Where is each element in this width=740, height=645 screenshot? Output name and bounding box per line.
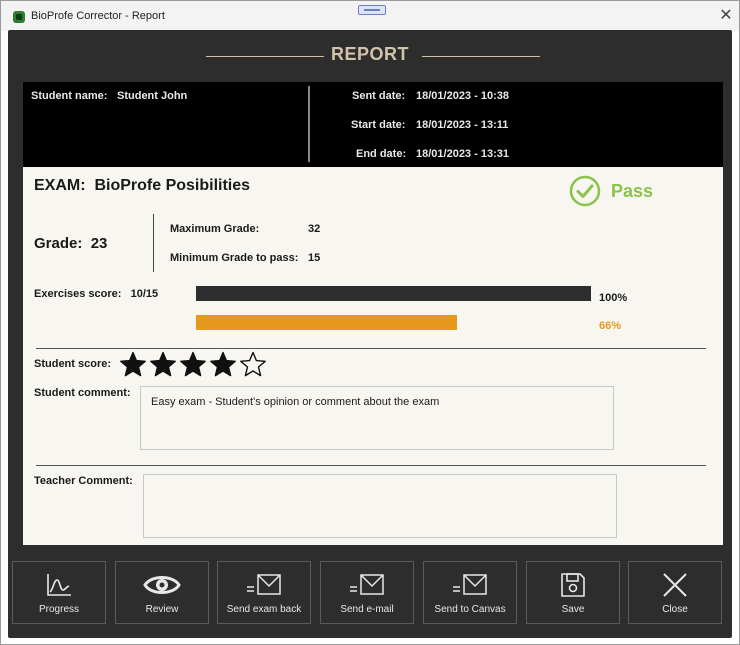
score-bar-track (196, 315, 591, 330)
pass-status: Pass (611, 181, 654, 201)
max-grade-label: Maximum Grade: (170, 223, 260, 235)
sent-date-label: Sent date: (352, 90, 406, 102)
exam-label: EXAM: (34, 177, 86, 194)
close-icon (663, 573, 687, 597)
save-label: Save (561, 604, 585, 615)
send-to-canvas-button[interactable]: Send to Canvas (423, 561, 517, 624)
exercises-score-label: Exercises score: (34, 288, 122, 300)
envelope-icon (247, 574, 281, 595)
total-score-bar (196, 286, 591, 301)
send-email-button[interactable]: Send e-mail (320, 561, 414, 624)
send-to-canvas-label: Send to Canvas (434, 604, 506, 615)
score-bar-fill (196, 315, 457, 330)
save-button[interactable]: Save (526, 561, 620, 624)
exercises-score: Exercises score: 10/15 (34, 288, 158, 300)
close-label: Close (662, 604, 688, 615)
section-divider (36, 465, 706, 466)
grade: Grade: 23 (34, 235, 107, 252)
window-close-icon[interactable]: ✕ (717, 7, 735, 25)
send-email-label: Send e-mail (340, 604, 394, 615)
app-icon (13, 11, 25, 23)
star-filled-icon[interactable] (209, 351, 237, 377)
eye-icon (143, 576, 181, 594)
star-filled-icon[interactable] (119, 351, 147, 377)
teacher-comment-label: Teacher Comment: (34, 475, 133, 487)
floppy-icon (561, 573, 585, 597)
max-grade-value: 32 (308, 223, 321, 235)
grade-divider (153, 214, 154, 272)
student-comment-box[interactable]: Easy exam - Student's opinion or comment… (140, 386, 614, 450)
end-date-value: 18/01/2023 - 13:31 (416, 148, 509, 160)
star-empty-icon[interactable] (239, 351, 267, 377)
score-percent: 66% (599, 320, 622, 332)
exam-title: EXAM: BioProfe Posibilities (34, 177, 250, 195)
header-divider (308, 86, 310, 162)
exercises-score-value: 10/15 (130, 288, 159, 300)
star-filled-icon[interactable] (149, 351, 177, 377)
star-rating (119, 351, 267, 377)
total-percent: 100% (599, 292, 628, 304)
progress-label: Progress (38, 604, 79, 615)
title-bar[interactable]: BioProfe Corrector - Report ✕ (1, 1, 739, 31)
review-button[interactable]: Review (115, 561, 209, 624)
student-name-label: Student name: (31, 90, 108, 102)
report-heading: REPORT (330, 44, 409, 64)
start-date-value: 18/01/2023 - 13:11 (416, 119, 509, 131)
progress-button[interactable]: Progress (12, 561, 106, 624)
sent-date-value: 18/01/2023 - 10:38 (416, 90, 509, 102)
review-label: Review (145, 604, 179, 615)
send-exam-back-label: Send exam back (226, 604, 302, 615)
exam-name: BioProfe Posibilities (94, 177, 251, 194)
envelope-icon (350, 574, 384, 595)
send-exam-back-button[interactable]: Send exam back (217, 561, 311, 624)
envelope-icon (453, 574, 487, 595)
section-divider (36, 348, 706, 349)
check-circle-icon (569, 175, 601, 207)
title-divider-right (422, 56, 540, 57)
student-comment-label: Student comment: (34, 387, 131, 399)
teacher-comment-box[interactable] (143, 474, 617, 538)
end-date-label: End date: (356, 148, 407, 160)
student-score-label: Student score: (34, 358, 112, 370)
star-filled-icon[interactable] (179, 351, 207, 377)
window-title: BioProfe Corrector - Report (31, 10, 165, 22)
min-grade-value: 15 (308, 252, 321, 264)
grade-label: Grade: (34, 235, 83, 252)
chart-icon (47, 574, 71, 596)
close-button[interactable]: Close (628, 561, 722, 624)
min-grade-label: Minimum Grade to pass: (170, 252, 299, 264)
start-date-label: Start date: (351, 119, 406, 131)
grade-value: 23 (90, 235, 108, 252)
snap-handle[interactable] (358, 5, 386, 15)
student-name-value: Student John (117, 90, 188, 102)
